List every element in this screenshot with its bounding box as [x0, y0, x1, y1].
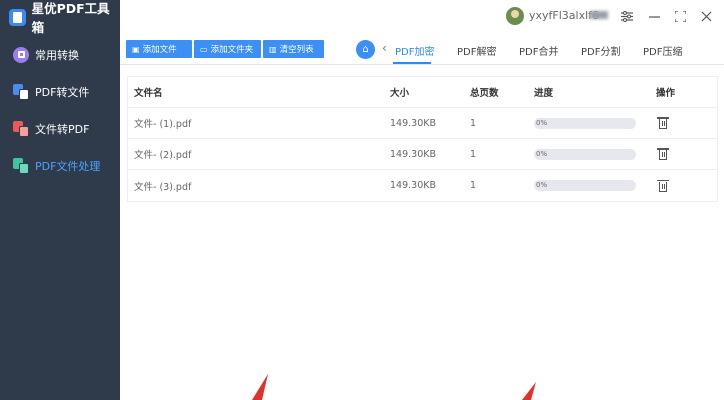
folder-icon: ▭ [200, 44, 208, 54]
file-size: 149.30KB [390, 117, 436, 129]
table-row[interactable]: 文件- (3).pdf 149.30KB 1 0% [128, 170, 717, 201]
action-cell [656, 117, 706, 129]
file-size: 149.30KB [390, 180, 436, 191]
pdf-to-file-icon [13, 83, 29, 100]
app-brand: 星优PDF工具箱 [0, 0, 120, 35]
table-row[interactable]: 文件- (1).pdf 149.30KB 1 0% [128, 108, 717, 139]
table-row[interactable]: 文件- (2).pdf 149.30KB 1 0% [128, 139, 717, 170]
file-name: 文件- (2).pdf [134, 150, 192, 161]
add-file-label: 添加文件 [142, 45, 177, 55]
annotation-arrow-left [252, 374, 268, 400]
delete-trash-icon[interactable] [657, 117, 669, 129]
close-icon[interactable] [696, 6, 716, 26]
progress-bar: 0% [534, 148, 636, 160]
column-header-pages: 总页数 [470, 88, 499, 99]
action-cell [656, 179, 706, 192]
add-file-icon: ▣ [132, 44, 140, 54]
add-file-button[interactable]: ▣ 添加文件 [126, 40, 192, 58]
sidebar-item-label: 常用转换 [35, 48, 79, 62]
clear-list-button[interactable]: ▥ 清空列表 [263, 40, 324, 58]
delete-trash-icon[interactable] [657, 179, 669, 192]
divider [120, 64, 724, 65]
common-convert-icon [13, 46, 29, 63]
file-size: 149.30KB [390, 148, 436, 160]
file-to-pdf-icon [13, 120, 29, 137]
file-table: 文件名 大小 总页数 进度 操作 文件- (1).pdf 149.30KB 1 … [127, 76, 718, 202]
file-pages: 1 [470, 148, 477, 160]
tab-pdf-encrypt[interactable]: PDF加密 [395, 43, 434, 58]
sidebar-item-label: PDF转文件 [35, 85, 90, 99]
column-header-progress: 进度 [534, 88, 554, 99]
progress-bar: 0% [534, 117, 636, 129]
progress-text: 0% [536, 118, 548, 127]
file-pages: 1 [470, 117, 477, 129]
column-header-action: 操作 [656, 88, 676, 99]
sidebar-item-file-to-pdf[interactable]: 文件转PDF [0, 110, 120, 147]
sidebar-item-pdf-process[interactable]: PDF文件处理 [0, 147, 120, 184]
file-name: 文件- (1).pdf [134, 119, 192, 130]
action-cell [656, 148, 706, 160]
pdf-process-icon [13, 157, 29, 174]
sidebar-item-common-convert[interactable]: 常用转换 [0, 36, 120, 73]
progress-cell: 0% [534, 117, 656, 129]
tab-pdf-compress[interactable]: PDF压缩 [643, 43, 682, 58]
app-title: 星优PDF工具箱 [31, 1, 110, 35]
sidebar-item-label: PDF文件处理 [35, 159, 101, 173]
sidebar: 星优PDF工具箱 常用转换 PDF转文件 文件转PDF PDF文件处理 [0, 0, 120, 400]
maximize-icon[interactable] [670, 6, 690, 26]
delete-trash-icon[interactable] [657, 148, 669, 160]
column-header-name: 文件名 [134, 88, 163, 99]
progress-cell: 0% [534, 180, 656, 191]
sliders-icon[interactable] [617, 6, 637, 26]
add-folder-button[interactable]: ▭ 添加文件夹 [194, 40, 261, 58]
progress-text: 0% [536, 149, 548, 158]
minimize-icon[interactable] [644, 6, 664, 26]
sidebar-item-pdf-to-file[interactable]: PDF转文件 [0, 73, 120, 110]
tab-pdf-merge[interactable]: PDF合并 [519, 43, 558, 58]
home-button[interactable]: ⌂ [356, 40, 375, 59]
username-mask [590, 11, 608, 19]
avatar[interactable] [506, 7, 524, 25]
file-pages: 1 [470, 180, 477, 191]
progress-bar: 0% [534, 180, 636, 191]
annotation-arrow-right [522, 382, 536, 400]
sidebar-item-label: 文件转PDF [35, 122, 90, 136]
title-bar: yxyfFl3alxlf6 [120, 0, 724, 34]
tab-pdf-decrypt[interactable]: PDF解密 [457, 43, 496, 58]
column-header-size: 大小 [390, 88, 410, 99]
progress-cell: 0% [534, 148, 656, 160]
clear-list-label: 清空列表 [279, 45, 314, 55]
tabs-prev-chevron-icon[interactable]: ‹ [382, 41, 387, 55]
home-icon: ⌂ [362, 44, 369, 55]
app-logo-icon [9, 8, 26, 26]
progress-text: 0% [536, 181, 548, 189]
trash-small-icon: ▥ [269, 44, 277, 54]
add-folder-label: 添加文件夹 [210, 45, 254, 55]
table-header: 文件名 大小 总页数 进度 操作 [128, 77, 717, 108]
tab-pdf-split[interactable]: PDF分割 [581, 43, 620, 58]
file-name: 文件- (3).pdf [134, 181, 192, 193]
